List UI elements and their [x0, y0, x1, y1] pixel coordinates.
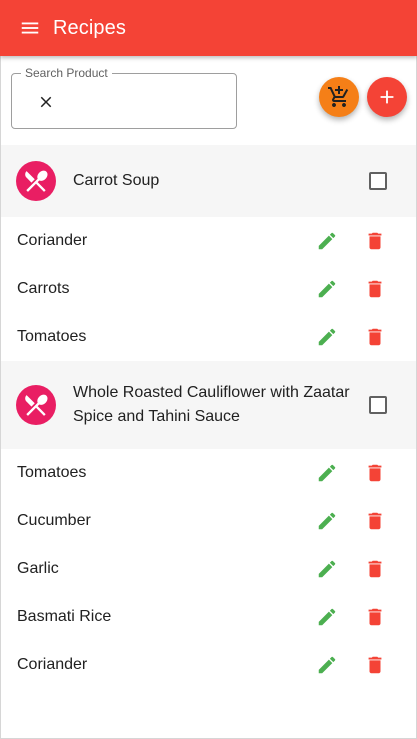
- delete-ingredient-button[interactable]: [363, 509, 387, 533]
- ingredient-name: Tomatoes: [17, 464, 87, 481]
- restaurant-icon: [25, 394, 48, 416]
- restaurant-icon: [25, 170, 48, 192]
- delete-ingredient-button[interactable]: [363, 653, 387, 677]
- pencil-icon: [318, 512, 336, 530]
- ingredient-name: Coriander: [17, 656, 88, 673]
- add-to-cart-button[interactable]: [319, 77, 359, 117]
- ingredient-row: Tomatoes: [1, 449, 416, 497]
- edit-ingredient-button[interactable]: [315, 277, 339, 301]
- ingredient-name: Garlic: [17, 560, 59, 577]
- trash-icon: [368, 328, 382, 346]
- pencil-icon: [318, 608, 336, 626]
- recipe-name: Whole Roasted Cauliflower with Zaatar Sp…: [73, 384, 350, 425]
- recipe-list: Carrot Soup Coriander Carrots Tomatoes W…: [1, 145, 416, 689]
- edit-ingredient-button[interactable]: [315, 653, 339, 677]
- edit-ingredient-button[interactable]: [315, 325, 339, 349]
- ingredient-row: Basmati Rice: [1, 593, 416, 641]
- edit-ingredient-button[interactable]: [315, 557, 339, 581]
- pencil-icon: [318, 464, 336, 482]
- delete-ingredient-button[interactable]: [363, 325, 387, 349]
- trash-icon: [368, 280, 382, 298]
- delete-ingredient-button[interactable]: [363, 461, 387, 485]
- trash-icon: [368, 656, 382, 674]
- ingredient-row: Coriander: [1, 217, 416, 265]
- search-input[interactable]: [72, 88, 222, 114]
- recipe-avatar: [16, 161, 56, 201]
- ingredient-row: Cucumber: [1, 497, 416, 545]
- ingredient-row: Coriander: [1, 641, 416, 689]
- trash-icon: [368, 608, 382, 626]
- menu-icon: [21, 22, 39, 34]
- trash-icon: [368, 232, 382, 250]
- delete-ingredient-button[interactable]: [363, 557, 387, 581]
- ingredient-row: Tomatoes: [1, 313, 416, 361]
- ingredient-name: Basmati Rice: [17, 608, 112, 625]
- pencil-icon: [318, 328, 336, 346]
- pencil-icon: [318, 656, 336, 674]
- edit-ingredient-button[interactable]: [315, 605, 339, 629]
- recipe-name: Carrot Soup: [73, 172, 160, 189]
- ingredient-name: Tomatoes: [17, 328, 87, 345]
- recipe-row[interactable]: Whole Roasted Cauliflower with Zaatar Sp…: [1, 361, 416, 449]
- page-title: Recipes: [53, 16, 126, 39]
- recipe-avatar: [16, 385, 56, 425]
- trash-icon: [368, 560, 382, 578]
- trash-icon: [368, 464, 382, 482]
- add-icon: [380, 90, 394, 104]
- trash-icon: [368, 512, 382, 530]
- recipe-checkbox[interactable]: [369, 172, 387, 190]
- add-shopping-cart-icon: [328, 86, 349, 107]
- menu-button[interactable]: [10, 8, 50, 48]
- ingredient-name: Coriander: [17, 232, 88, 249]
- ingredient-name: Cucumber: [17, 512, 91, 529]
- search-label: Search Product: [21, 66, 112, 80]
- ingredient-name: Carrots: [17, 280, 70, 297]
- delete-ingredient-button[interactable]: [363, 605, 387, 629]
- recipe-checkbox[interactable]: [369, 396, 387, 414]
- recipe-row[interactable]: Carrot Soup: [1, 145, 416, 217]
- edit-ingredient-button[interactable]: [315, 509, 339, 533]
- close-icon: [40, 96, 52, 108]
- app-bar: Recipes: [0, 0, 417, 56]
- pencil-icon: [318, 280, 336, 298]
- pencil-icon: [318, 232, 336, 250]
- add-recipe-button[interactable]: [367, 77, 407, 117]
- edit-ingredient-button[interactable]: [315, 461, 339, 485]
- delete-ingredient-button[interactable]: [363, 277, 387, 301]
- ingredient-row: Carrots: [1, 265, 416, 313]
- pencil-icon: [318, 560, 336, 578]
- edit-ingredient-button[interactable]: [315, 229, 339, 253]
- search-field: Search Product: [11, 66, 237, 129]
- ingredient-row: Garlic: [1, 545, 416, 593]
- clear-search-button[interactable]: [36, 92, 56, 112]
- delete-ingredient-button[interactable]: [363, 229, 387, 253]
